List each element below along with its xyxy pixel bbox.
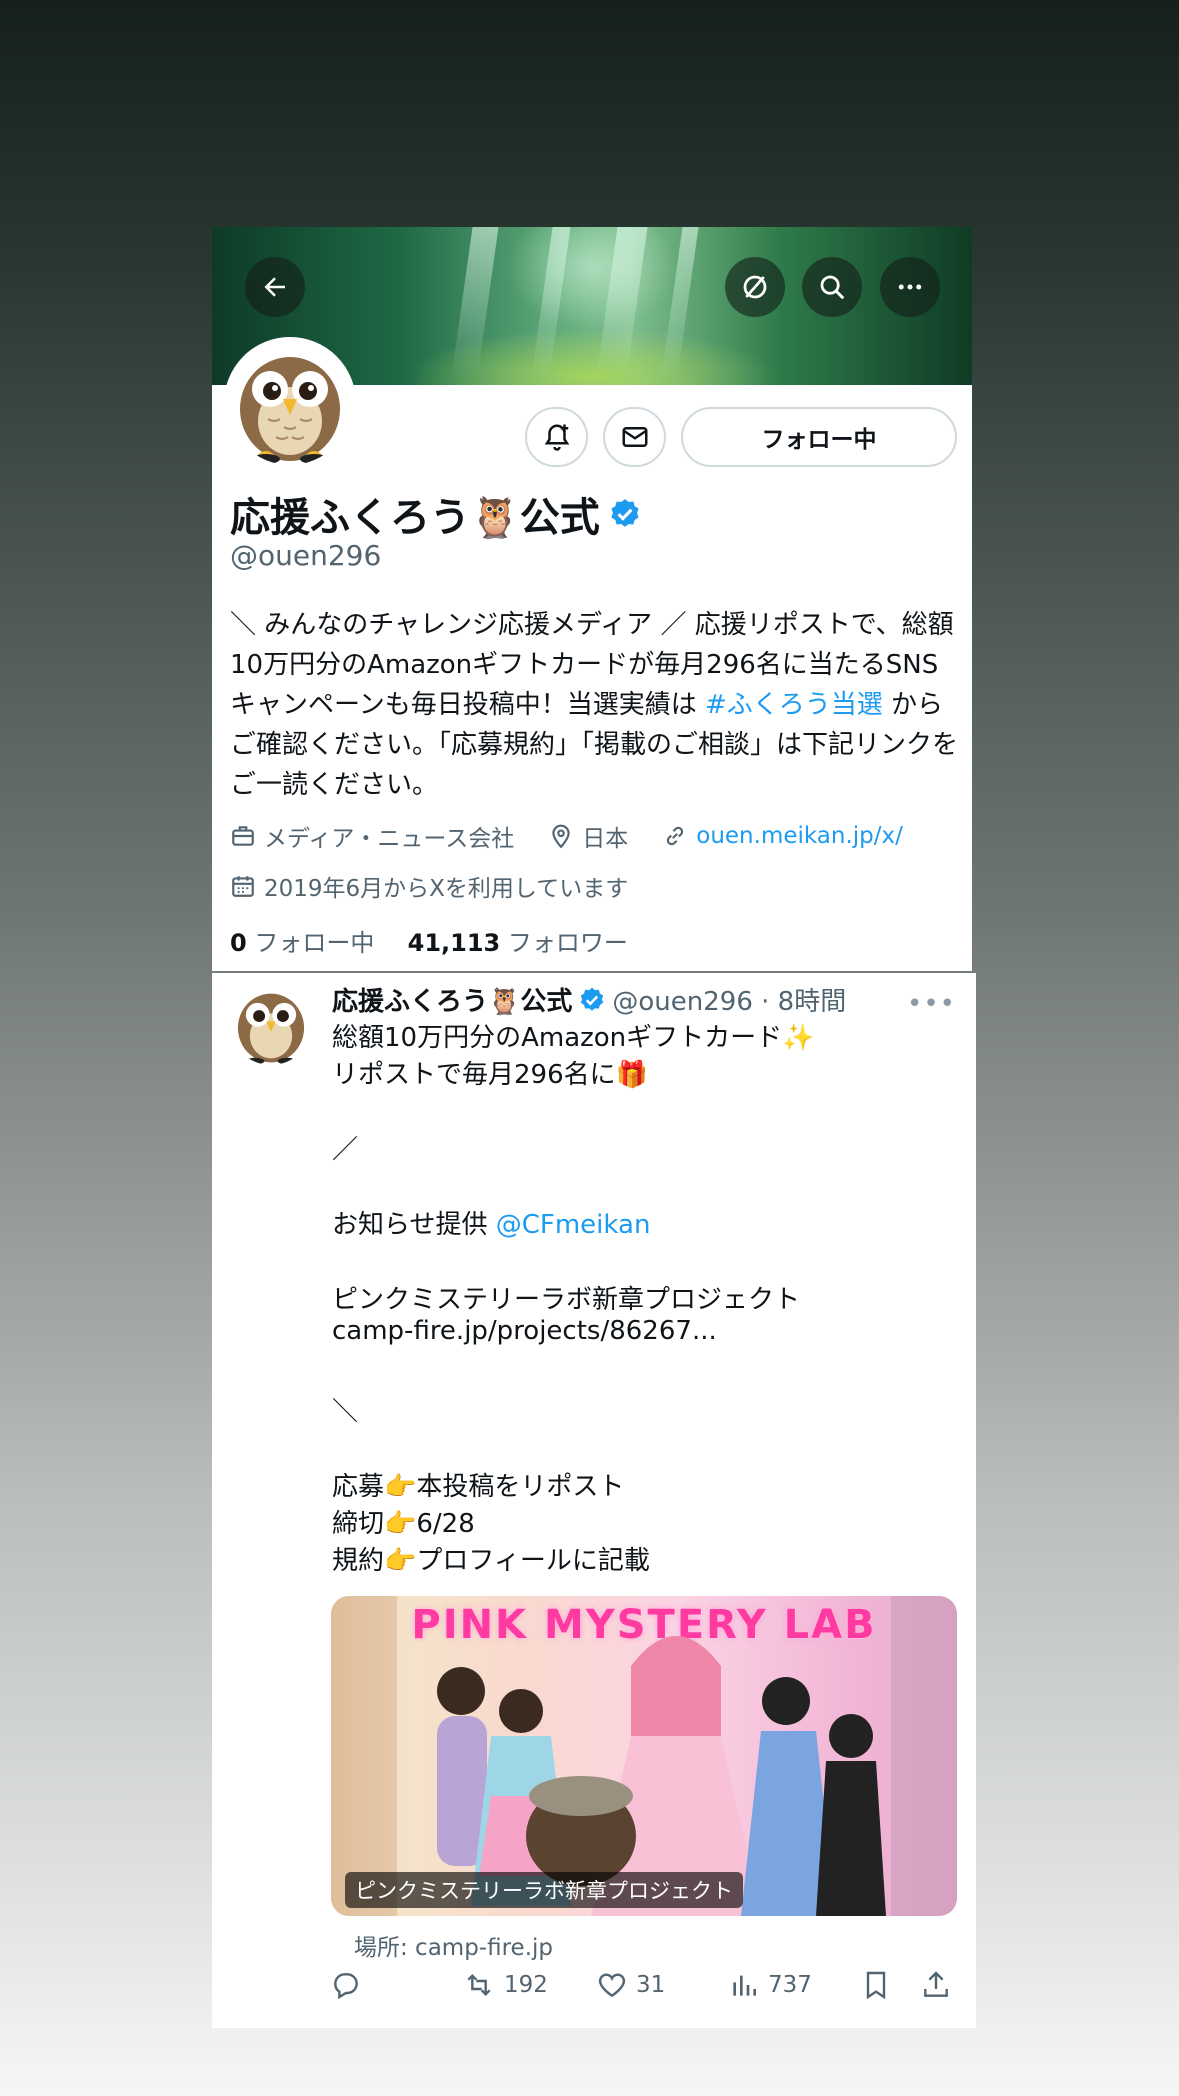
tweet-url-link[interactable]: camp-fire.jp/projects/86267... bbox=[332, 1316, 717, 1346]
tweet-line: 総額10万円分のAmazonギフトカード✨ bbox=[332, 1023, 815, 1053]
followers-count: 41,113 bbox=[407, 929, 501, 957]
owl-avatar-icon bbox=[237, 993, 305, 1065]
share-button[interactable] bbox=[920, 1969, 952, 2001]
notify-button[interactable] bbox=[525, 407, 588, 467]
profile-joined-row: 2019年6月からXを利用しています bbox=[230, 869, 628, 903]
notify-bell-icon bbox=[544, 424, 569, 451]
back-arrow-icon bbox=[264, 277, 285, 297]
profile-joined: 2019年6月からXを利用しています bbox=[264, 876, 629, 902]
tweet-line: 規約👉プロフィールに記載 bbox=[332, 1546, 650, 1576]
link-icon bbox=[667, 826, 684, 846]
profile-category: メディア・ニュース会社 bbox=[264, 826, 515, 852]
followers-label: フォロワー bbox=[507, 929, 628, 957]
profile-avatar[interactable] bbox=[224, 337, 356, 469]
message-button[interactable] bbox=[603, 407, 666, 467]
owl-avatar-icon bbox=[240, 357, 340, 464]
tweet-line: ／ bbox=[332, 1135, 359, 1165]
verified-badge-icon bbox=[581, 987, 604, 1011]
tweet-handle-time: @ouen296 · 8時間 bbox=[612, 987, 847, 1017]
search-icon bbox=[820, 275, 845, 300]
following-count: 0 bbox=[230, 929, 247, 957]
like-button[interactable]: 31 bbox=[596, 1969, 665, 2001]
media-people-image bbox=[331, 1596, 957, 1916]
tweet-line: 応募👉本投稿をリポスト bbox=[332, 1472, 625, 1502]
tweet-line: ＼ bbox=[332, 1397, 359, 1427]
profile-handle: @ouen296 bbox=[230, 539, 382, 572]
briefcase-icon bbox=[232, 826, 254, 846]
tweet-header: 応援ふくろう🦉公式 @ouen296 · 8時間 bbox=[332, 981, 846, 1018]
tweet-more-icon[interactable]: ••• bbox=[907, 989, 956, 1019]
calendar-icon bbox=[232, 876, 254, 897]
views-icon bbox=[733, 1975, 756, 1996]
following-button[interactable]: フォロー中 bbox=[681, 407, 957, 467]
views-count: 737 bbox=[768, 1972, 812, 1998]
tweet-card[interactable]: 応援ふくろう🦉公式 @ouen296 · 8時間 ••• 総額10万円分のAma… bbox=[212, 973, 976, 2028]
message-icon bbox=[622, 427, 647, 447]
hashtag-link[interactable]: #ふくろう当選 bbox=[705, 690, 883, 720]
mention-link[interactable]: @CFmeikan bbox=[496, 1210, 651, 1240]
views-button[interactable]: 737 bbox=[728, 1969, 812, 2001]
followers-stat[interactable]: 41,113 フォロワー bbox=[408, 929, 628, 957]
tweet-line-mention: お知らせ提供 @CFmeikan bbox=[332, 1204, 650, 1241]
tweet-actions: 192 31 737 bbox=[330, 1969, 970, 2009]
like-icon bbox=[598, 1973, 626, 1998]
profile-bio: ＼ みんなのチャレンジ応援メディア ／ 応援リポストで、総額10万円分のAmaz… bbox=[230, 605, 958, 805]
retweet-button[interactable]: 192 bbox=[462, 1969, 548, 2001]
bookmark-button[interactable] bbox=[860, 1969, 892, 2001]
profile-name: 応援ふくろう🦉公式 bbox=[230, 495, 600, 541]
bookmark-icon bbox=[866, 1971, 886, 2000]
reply-button[interactable] bbox=[330, 1969, 362, 2001]
following-stat[interactable]: 0 フォロー中 bbox=[230, 929, 374, 957]
profile-location: 日本 bbox=[582, 826, 629, 852]
following-label: フォロー中 bbox=[254, 929, 375, 957]
back-button[interactable] bbox=[245, 257, 305, 317]
like-count: 31 bbox=[636, 1972, 666, 1998]
tweet-line: ピンクミステリーラボ新章プロジェクト bbox=[332, 1285, 801, 1315]
more-button[interactable] bbox=[880, 257, 940, 317]
more-icon bbox=[898, 284, 922, 290]
profile-name-row: 応援ふくろう🦉公式 bbox=[230, 485, 642, 543]
follow-stats: 0 フォロー中 41,113 フォロワー bbox=[230, 923, 628, 958]
reply-icon bbox=[334, 1973, 358, 2000]
tweet-media-card[interactable]: PINK MYSTERY LAB ピンクミステリーラボ新章プロジェクト bbox=[331, 1596, 957, 1916]
tweet-author-name[interactable]: 応援ふくろう🦉公式 bbox=[332, 981, 572, 1018]
tweet-line: お知らせ提供 bbox=[332, 1210, 496, 1240]
retweet-count: 192 bbox=[504, 1972, 548, 1998]
retweet-icon bbox=[467, 1973, 491, 1997]
grok-icon bbox=[743, 275, 767, 299]
grok-button[interactable] bbox=[725, 257, 785, 317]
share-icon bbox=[924, 1971, 948, 1997]
verified-badge-icon bbox=[611, 499, 639, 527]
location-pin-icon bbox=[552, 824, 570, 849]
profile-meta-row: メディア・ニュース会社 日本 ouen.meikan.jp/x/ bbox=[230, 819, 903, 853]
media-source[interactable]: 場所: camp-fire.jp bbox=[354, 1928, 553, 1962]
tweet-line: リポストで毎月296名に🎁 bbox=[332, 1060, 648, 1090]
tweet-avatar[interactable] bbox=[230, 983, 312, 1065]
tweet-line: 締切👉6/28 bbox=[332, 1509, 475, 1539]
profile-website-link[interactable]: ouen.meikan.jp/x/ bbox=[696, 823, 903, 849]
search-button[interactable] bbox=[802, 257, 862, 317]
media-caption: ピンクミステリーラボ新章プロジェクト bbox=[345, 1872, 743, 1908]
profile-card: フォロー中 応援ふくろう🦉公式 @ouen296 ＼ みんなのチャレンジ応援メデ… bbox=[212, 227, 972, 971]
